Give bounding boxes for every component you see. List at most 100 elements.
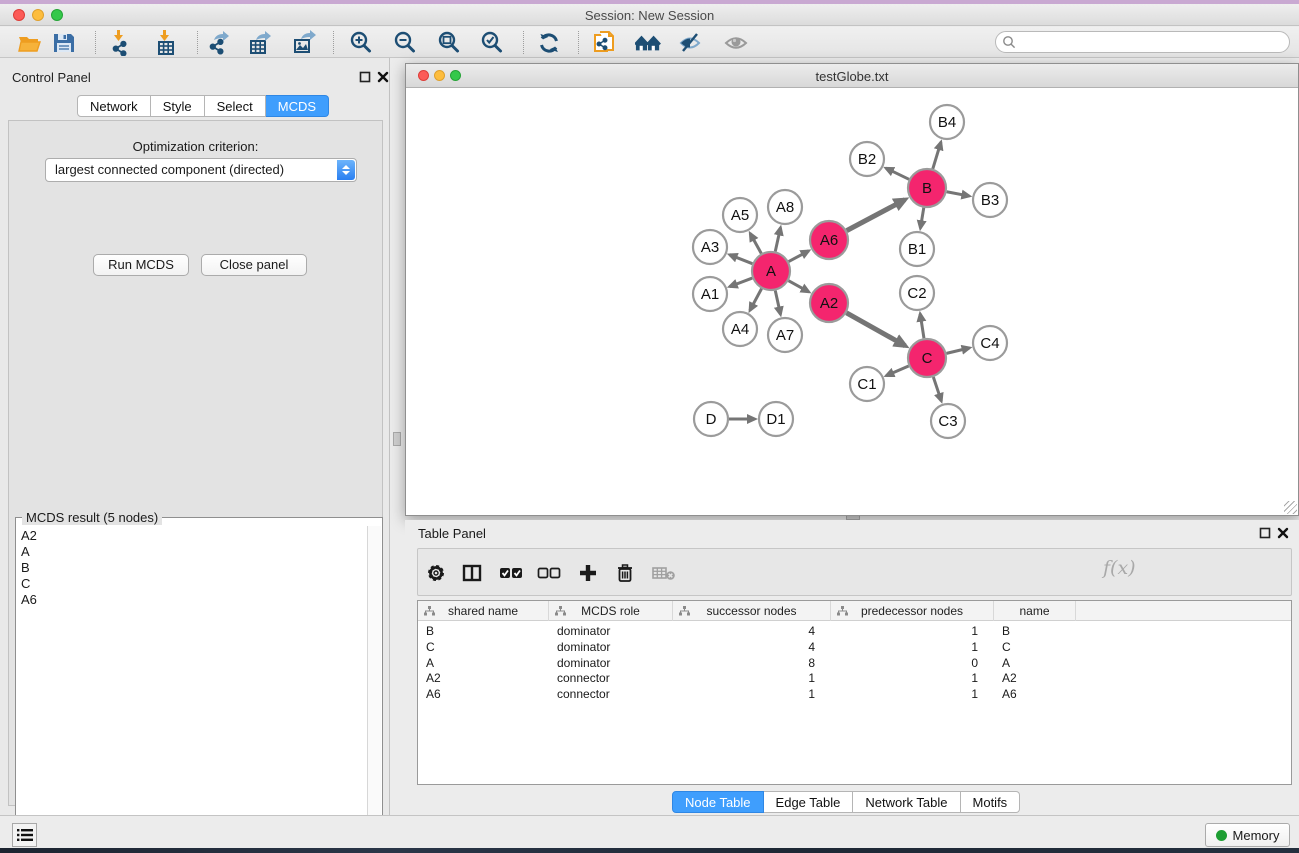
cell-r3-c4[interactable]: A2 [1002,670,1060,686]
tab-mcds[interactable]: MCDS [266,95,329,117]
cell-r3-c1[interactable]: connector [557,670,657,686]
node-A6[interactable]: A6 [810,221,848,259]
result-scrollbar[interactable] [367,526,381,852]
cell-r0-c2[interactable]: 4 [681,623,815,639]
network-window-titlebar[interactable]: testGlobe.txt [406,64,1298,88]
task-history-button[interactable] [12,823,37,847]
import-network-icon[interactable] [107,30,133,56]
function-builder-icon[interactable]: f(x) [1103,557,1136,579]
cell-r4-c2[interactable]: 1 [681,686,815,702]
result-list-item[interactable]: A6 [21,592,367,608]
zoom-in-icon[interactable] [348,30,374,56]
result-list-item[interactable]: C [21,576,367,592]
network-canvas[interactable]: B4B2BB3A8A5A6A3B1AA1C2A2A4A7C4CC1DD1C3 [406,89,1298,515]
edge-A-A2[interactable] [789,281,809,292]
cell-r3-c3[interactable]: 1 [839,670,978,686]
edge-B-B4[interactable] [933,142,941,169]
column-header-name[interactable]: name [994,601,1076,621]
node-A2[interactable]: A2 [810,284,848,322]
cell-r4-c0[interactable]: A6 [426,686,533,702]
cell-r1-c2[interactable]: 4 [681,639,815,655]
cell-r1-c0[interactable]: C [426,639,533,655]
column-header-predecessor-nodes[interactable]: predecessor nodes [831,601,994,621]
cell-r3-c0[interactable]: A2 [426,670,533,686]
cell-r2-c1[interactable]: dominator [557,655,657,671]
tab-network-table[interactable]: Network Table [853,791,960,813]
edge-A-A1[interactable] [730,278,753,287]
mcds-result-list[interactable]: A2ABCA6 [17,526,367,852]
zoom-selected-icon[interactable] [479,30,505,56]
result-list-item[interactable]: B [21,560,367,576]
edge-A2-C[interactable] [846,313,905,346]
cell-r4-c4[interactable]: A6 [1002,686,1060,702]
close-panel-button[interactable]: Close panel [201,254,307,276]
column-header-successor-nodes[interactable]: successor nodes [673,601,831,621]
edge-C-C1[interactable] [886,366,908,376]
edge-A-A6[interactable] [789,251,809,262]
edge-A6-B[interactable] [847,200,905,231]
unchecked-boxes-icon[interactable] [536,560,562,586]
tab-node-table[interactable]: Node Table [672,791,764,813]
tab-edge-table[interactable]: Edge Table [764,791,854,813]
node-C3[interactable]: C3 [931,404,965,438]
node-A[interactable]: A [752,252,790,290]
edge-A-A5[interactable] [750,233,761,253]
run-mcds-button[interactable]: Run MCDS [93,254,189,276]
memory-button[interactable]: Memory [1205,823,1290,847]
node-D[interactable]: D [694,402,728,436]
cell-r1-c1[interactable]: dominator [557,639,657,655]
cell-r0-c4[interactable]: B [1002,623,1060,639]
node-A3[interactable]: A3 [693,230,727,264]
edge-A-A4[interactable] [750,289,762,311]
save-session-icon[interactable] [51,30,77,56]
checked-boxes-icon[interactable] [498,560,524,586]
node-B3[interactable]: B3 [973,183,1007,217]
edge-B-B2[interactable] [886,168,909,179]
node-B[interactable]: B [908,169,946,207]
split-columns-icon[interactable] [459,560,485,586]
export-image-icon[interactable] [292,30,318,56]
cell-r2-c3[interactable]: 0 [839,655,978,671]
hide-details-icon[interactable] [677,30,703,56]
node-D1[interactable]: D1 [759,402,793,436]
zoom-fit-icon[interactable] [436,30,462,56]
edge-B-B3[interactable] [947,192,970,196]
vertical-divider-handle[interactable] [393,432,401,446]
trash-icon[interactable] [612,560,638,586]
node-A7[interactable]: A7 [768,318,802,352]
edge-A-A3[interactable] [730,255,753,264]
export-table-icon[interactable] [248,30,274,56]
tab-select[interactable]: Select [205,95,266,117]
add-column-icon[interactable] [575,560,601,586]
criterion-dropdown[interactable]: largest connected component (directed) [45,158,357,182]
homes-icon[interactable] [635,30,661,56]
cell-r4-c3[interactable]: 1 [839,686,978,702]
tab-network[interactable]: Network [77,95,151,117]
node-B4[interactable]: B4 [930,105,964,139]
node-C[interactable]: C [908,339,946,377]
node-A8[interactable]: A8 [768,190,802,224]
edge-C-C4[interactable] [946,348,969,354]
node-C2[interactable]: C2 [900,276,934,310]
resize-grip[interactable] [1284,501,1297,514]
zoom-out-icon[interactable] [392,30,418,56]
node-A1[interactable]: A1 [693,277,727,311]
result-list-item[interactable]: A2 [21,528,367,544]
edge-B-B1[interactable] [920,208,923,229]
cell-r0-c3[interactable]: 1 [839,623,978,639]
edge-A-A7[interactable] [775,291,780,315]
refresh-icon[interactable] [536,30,562,56]
edge-C-C3[interactable] [933,377,941,401]
node-B1[interactable]: B1 [900,232,934,266]
cell-r2-c0[interactable]: A [426,655,533,671]
gear-icon[interactable] [423,560,449,586]
cell-r4-c1[interactable]: connector [557,686,657,702]
float-table-panel-icon[interactable] [1259,527,1271,539]
column-header-MCDS-role[interactable]: MCDS role [549,601,673,621]
clone-network-icon[interactable] [592,30,618,56]
cell-r1-c4[interactable]: C [1002,639,1060,655]
node-A5[interactable]: A5 [723,198,757,232]
open-file-icon[interactable] [17,30,43,56]
cell-r2-c4[interactable]: A [1002,655,1060,671]
node-C4[interactable]: C4 [973,326,1007,360]
